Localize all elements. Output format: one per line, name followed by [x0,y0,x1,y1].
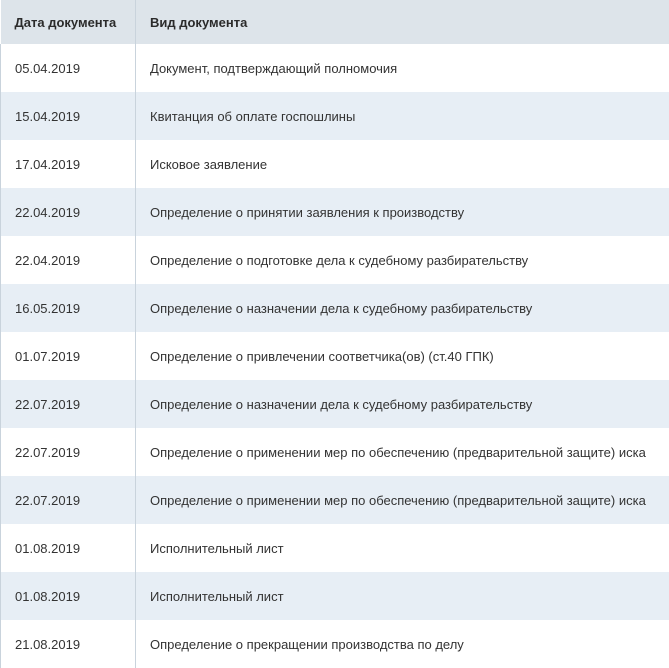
document-date-cell: 16.05.2019 [1,284,136,332]
document-type-cell: Определение о назначении дела к судебном… [136,284,669,332]
table-row[interactable]: 17.04.2019Исковое заявление [1,140,669,188]
table-row[interactable]: 05.04.2019Документ, подтверждающий полно… [1,44,669,92]
document-type-cell: Квитанция об оплате госпошлины [136,92,669,140]
document-date-cell: 17.04.2019 [1,140,136,188]
document-date-cell: 22.04.2019 [1,236,136,284]
table-row[interactable]: 21.08.2019Определение о прекращении прои… [1,620,669,668]
table-row[interactable]: 22.04.2019Определение о принятии заявлен… [1,188,669,236]
column-header-type[interactable]: Вид документа [136,0,669,44]
document-date-cell: 22.07.2019 [1,428,136,476]
documents-table: Дата документа Вид документа 05.04.2019Д… [0,0,669,668]
document-type-cell: Определение о прекращении производства п… [136,620,669,668]
table-row[interactable]: 15.04.2019Квитанция об оплате госпошлины [1,92,669,140]
document-date-cell: 15.04.2019 [1,92,136,140]
document-date-cell: 22.07.2019 [1,380,136,428]
document-date-cell: 21.08.2019 [1,620,136,668]
document-type-cell: Определение о привлечении соответчика(ов… [136,332,669,380]
document-date-cell: 22.04.2019 [1,188,136,236]
header-row: Дата документа Вид документа [1,0,669,44]
table-row[interactable]: 16.05.2019Определение о назначении дела … [1,284,669,332]
table-row[interactable]: 22.07.2019Определение о применении мер п… [1,428,669,476]
document-type-cell: Исковое заявление [136,140,669,188]
document-type-cell: Исполнительный лист [136,524,669,572]
table-row[interactable]: 22.07.2019Определение о применении мер п… [1,476,669,524]
document-type-cell: Определение о применении мер по обеспече… [136,428,669,476]
document-date-cell: 01.08.2019 [1,572,136,620]
document-type-cell: Определение о применении мер по обеспече… [136,476,669,524]
table-row[interactable]: 22.07.2019Определение о назначении дела … [1,380,669,428]
table-row[interactable]: 01.07.2019Определение о привлечении соот… [1,332,669,380]
table-body: 05.04.2019Документ, подтверждающий полно… [1,44,669,668]
document-type-cell: Определение о назначении дела к судебном… [136,380,669,428]
document-date-cell: 05.04.2019 [1,44,136,92]
table-header: Дата документа Вид документа [1,0,669,44]
table-row[interactable]: 01.08.2019Исполнительный лист [1,524,669,572]
table-row[interactable]: 22.04.2019Определение о подготовке дела … [1,236,669,284]
document-date-cell: 01.07.2019 [1,332,136,380]
document-type-cell: Исполнительный лист [136,572,669,620]
document-date-cell: 22.07.2019 [1,476,136,524]
document-type-cell: Определение о подготовке дела к судебном… [136,236,669,284]
document-type-cell: Определение о принятии заявления к произ… [136,188,669,236]
document-date-cell: 01.08.2019 [1,524,136,572]
table-row[interactable]: 01.08.2019Исполнительный лист [1,572,669,620]
column-header-date[interactable]: Дата документа [1,0,136,44]
document-type-cell: Документ, подтверждающий полномочия [136,44,669,92]
